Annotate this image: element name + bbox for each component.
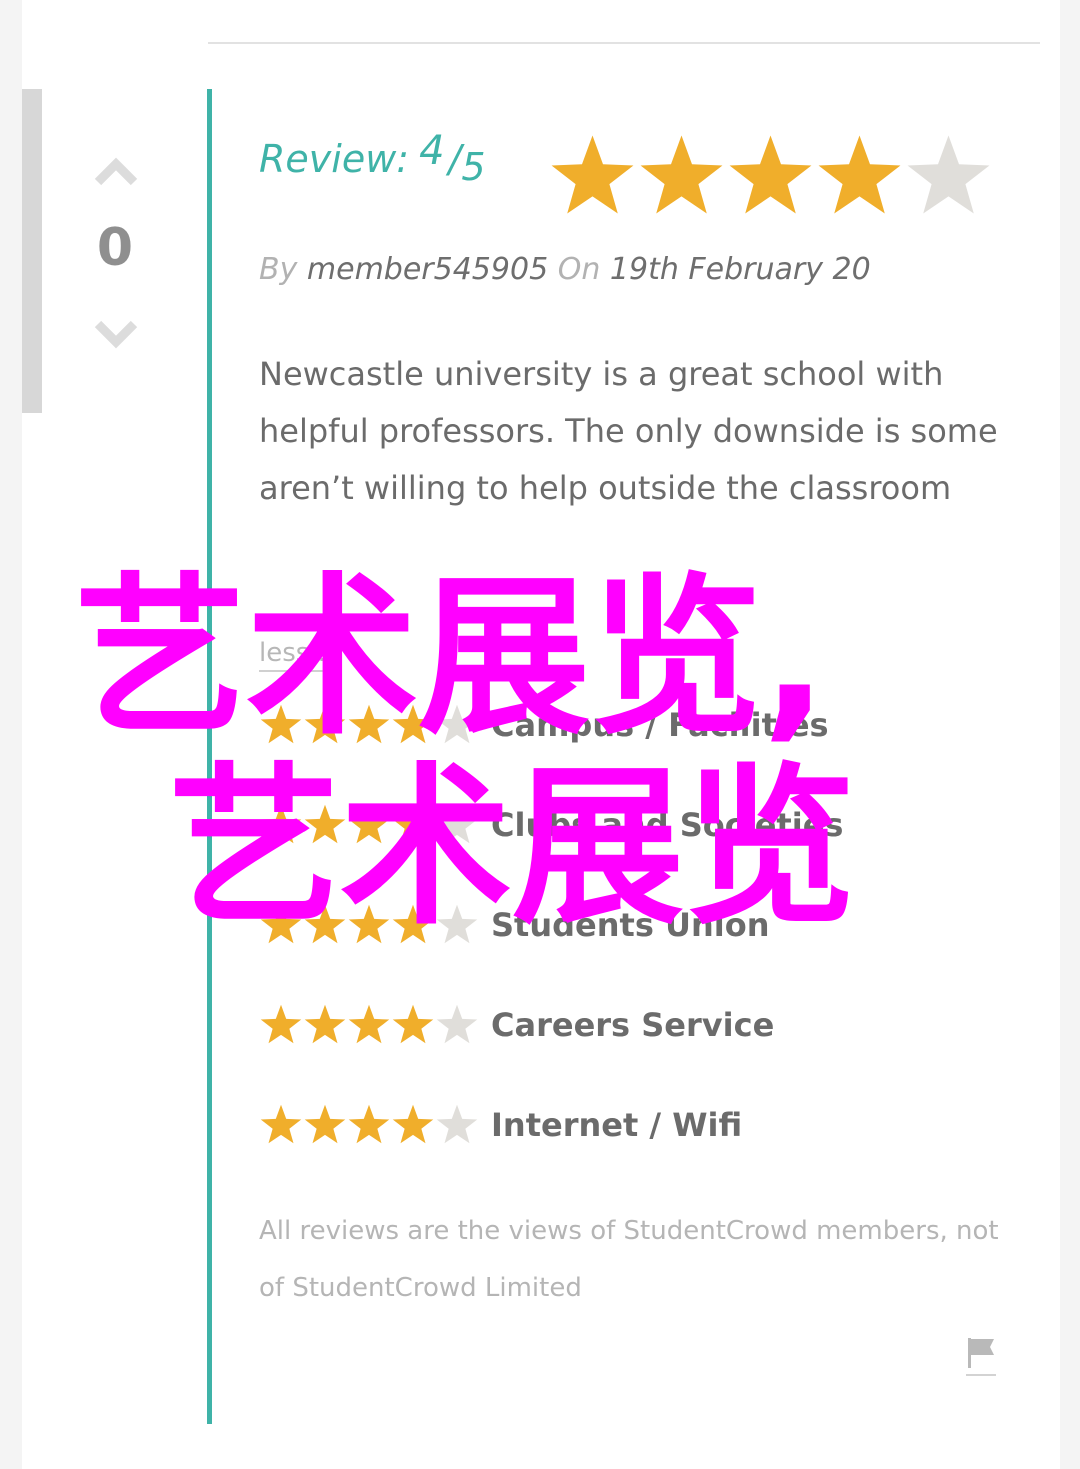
chevron-down-icon [94,320,138,349]
star-icon [436,1004,478,1044]
show-less-link[interactable]: less... [259,638,335,672]
star-icon [640,135,723,214]
star-icon [436,904,478,944]
vote-sidebar-bar [22,89,42,413]
star-icon [304,804,346,844]
rating-row: Students Union [259,900,770,950]
star-icon [818,135,901,214]
star-icon [348,1004,390,1044]
star-icon [907,135,990,214]
review-disclaimer: All reviews are the views of StudentCrow… [259,1216,999,1303]
category-label: Careers Service [491,1006,775,1044]
chevron-up-icon [94,157,138,186]
star-icon [392,804,434,844]
star-icon [348,1104,390,1144]
review-score-heading: Review: 4/5 [259,128,486,189]
category-star-rating [259,903,479,947]
review-date: 19th February 20 [609,252,871,287]
rating-row: Careers Service [259,1000,774,1050]
review-body: Newcastle university is a great school w… [259,355,998,507]
star-icon [392,904,434,944]
star-icon [348,904,390,944]
review-score: 4 [419,128,445,174]
report-flag-button[interactable] [966,1336,996,1378]
downvote-button[interactable] [88,316,144,356]
star-icon [304,704,346,744]
category-label: Clubs and Societies [491,806,844,844]
by-label: By [259,252,298,287]
star-icon [392,1004,434,1044]
top-divider [208,42,1040,44]
review-label: Review: [259,137,410,181]
star-icon [392,1104,434,1144]
category-star-rating [259,803,479,847]
star-icon [729,135,812,214]
star-icon [348,704,390,744]
star-icon [304,904,346,944]
star-icon [260,804,302,844]
vote-count: 0 [96,218,134,278]
reviewer-name: member545905 [306,252,549,287]
category-star-rating [259,703,479,747]
rating-row: Internet / Wifi [259,1100,742,1150]
star-icon [551,135,634,214]
star-icon [436,1104,478,1144]
category-star-rating [259,1103,479,1147]
star-icon [260,904,302,944]
rating-row: Campus / Facilities [259,700,829,750]
category-label: Campus / Facilities [491,706,829,744]
review-accent-line [207,89,212,1424]
on-label: On [557,252,601,287]
category-label: Internet / Wifi [491,1106,743,1144]
star-icon [304,1104,346,1144]
category-star-rating [259,1003,479,1047]
star-icon [392,704,434,744]
review-byline: By member545905 On 19th February 20 [259,252,871,287]
star-icon [260,1004,302,1044]
upvote-button[interactable] [88,148,144,188]
review-score-slash: / [448,137,462,181]
flag-icon [966,1338,996,1376]
star-icon [436,804,478,844]
star-icon [348,804,390,844]
star-icon [260,704,302,744]
overall-star-rating [548,132,993,221]
review-score-max: 5 [461,145,486,189]
star-icon [436,704,478,744]
rating-row: Clubs and Societies [259,800,843,850]
star-icon [304,1004,346,1044]
star-icon [260,1104,302,1144]
category-label: Students Union [491,906,770,944]
